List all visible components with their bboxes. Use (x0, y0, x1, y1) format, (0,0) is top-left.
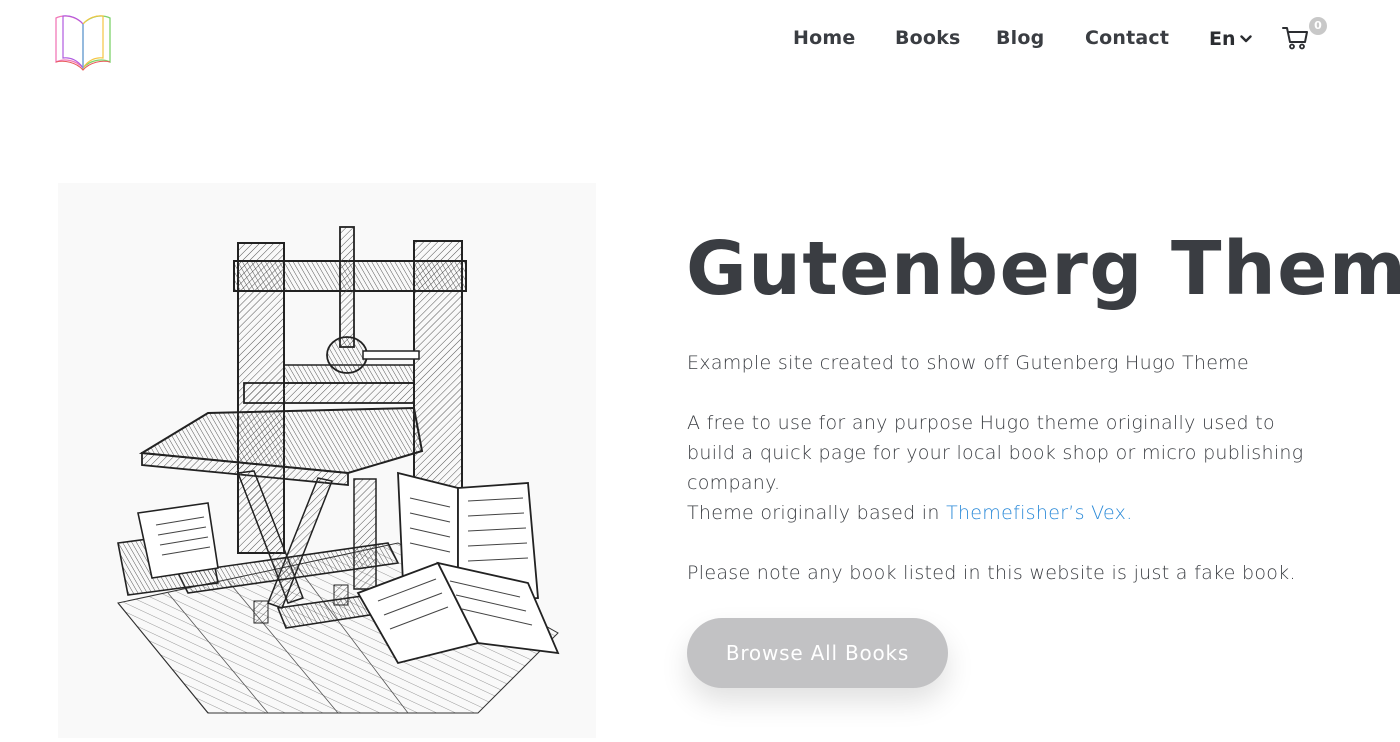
hero-paragraph-2: A free to use for any purpose Hugo theme… (687, 412, 1304, 494)
hero-paragraph-3: Theme originally based in Themefisher’s … (687, 498, 1327, 528)
site-logo[interactable] (50, 10, 116, 72)
themefisher-vex-link[interactable]: Themefisher’s Vex. (946, 502, 1132, 524)
cart-button[interactable] (1281, 22, 1311, 52)
language-selector[interactable]: En (1209, 28, 1252, 50)
hero-image (58, 183, 596, 738)
book-logo-icon (55, 15, 111, 71)
nav-blog-link[interactable]: Blog (996, 27, 1044, 49)
printing-press-illustration (117, 226, 560, 714)
hero-paragraph-4: Please note any book listed in this webs… (687, 562, 1296, 584)
nav-home-link[interactable]: Home (793, 27, 855, 49)
cart-count-badge: 0 (1309, 17, 1327, 35)
cart-icon (1282, 27, 1308, 50)
nav-contact-link[interactable]: Contact (1085, 27, 1169, 49)
language-label: En (1209, 28, 1236, 50)
browse-all-books-button[interactable]: Browse All Books (687, 618, 948, 688)
hero-paragraph-1: Example site created to show off Gutenbe… (687, 352, 1249, 374)
navbar: Home Books Blog Contact En 0 (0, 0, 1400, 84)
nav-books-link[interactable]: Books (895, 27, 961, 49)
hero-paragraph-3-text: Theme originally based in (687, 502, 947, 524)
hero-title: Gutenberg Theme (686, 226, 1400, 312)
chevron-down-icon (1239, 35, 1252, 43)
